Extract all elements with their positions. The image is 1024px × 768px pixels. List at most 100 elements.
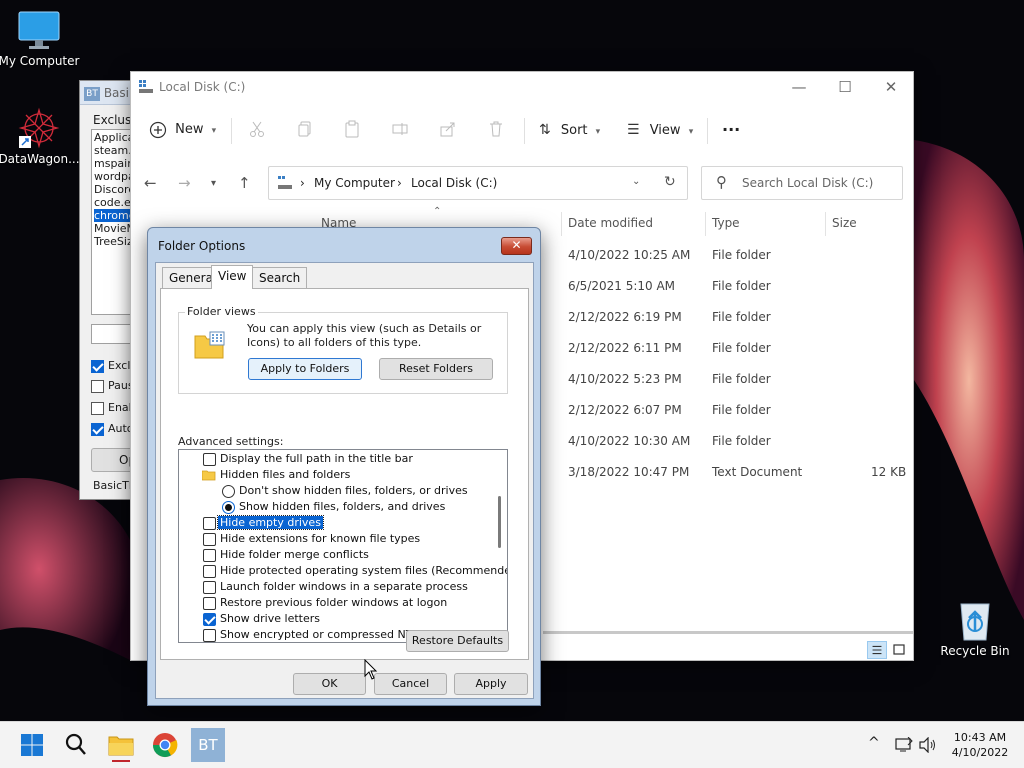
desktop-icon-label: Recycle Bin [940, 644, 1010, 658]
tab-view[interactable]: View [211, 265, 254, 289]
setting-show-drive-letters[interactable]: Show drive letters [179, 611, 489, 627]
network-icon[interactable] [895, 737, 913, 753]
bt-checkbox-enable[interactable]: Enab [91, 401, 136, 415]
volume-icon[interactable] [919, 737, 937, 753]
setting-label: Display the full path in the title bar [220, 452, 413, 465]
clock-date: 4/10/2022 [951, 746, 1009, 759]
setting-hide-extensions[interactable]: Hide extensions for known file types [179, 531, 489, 547]
checkbox-icon[interactable] [203, 581, 216, 594]
sort-button[interactable]: ⇅ Sort ▾ [539, 116, 600, 144]
basic-themer-title: Basi [103, 86, 129, 100]
command-bar: New ▾ ⇅ Sort ▾ ☰ View ▾ ··· [131, 110, 913, 150]
checkbox-checked-icon[interactable] [203, 613, 216, 626]
system-clock[interactable]: 10:43 AM 4/10/2022 [946, 730, 1014, 760]
maximize-button[interactable]: ☐ [822, 76, 868, 100]
basic-themer-taskbar-icon[interactable]: BT [191, 728, 225, 762]
column-header-date[interactable]: Date modified [568, 216, 653, 230]
bt-logo-icon: BT [84, 86, 100, 101]
new-label: New [175, 122, 204, 137]
mouse-cursor-icon [364, 659, 378, 680]
ok-button[interactable]: OK [293, 673, 366, 695]
setting-hide-protected-files[interactable]: Hide protected operating system files (R… [179, 563, 507, 579]
refresh-icon[interactable]: ↻ [664, 174, 676, 190]
chrome-icon[interactable] [148, 728, 182, 762]
delete-icon[interactable] [487, 120, 505, 138]
details-view-icon[interactable] [867, 641, 887, 659]
setting-label: Show drive letters [220, 612, 320, 625]
bt-checkbox-pause[interactable]: Paus [91, 379, 134, 393]
explorer-titlebar[interactable]: Local Disk (C:) — ☐ ✕ [131, 72, 913, 102]
datawagon-logo-icon [18, 107, 60, 149]
large-icons-view-icon[interactable] [889, 641, 909, 659]
horizontal-scrollbar[interactable] [543, 631, 913, 634]
restore-defaults-button[interactable]: Restore Defaults [406, 630, 509, 652]
checkbox-icon [91, 401, 104, 415]
radio-icon[interactable] [222, 485, 235, 498]
cancel-button[interactable]: Cancel [374, 673, 447, 695]
window-title: Local Disk (C:) [159, 80, 246, 94]
setting-hide-merge-conflicts[interactable]: Hide folder merge conflicts [179, 547, 489, 563]
share-icon[interactable] [439, 120, 457, 138]
tab-search[interactable]: Search [252, 267, 308, 288]
checkbox-icon[interactable] [203, 453, 216, 466]
checkbox-checked-icon [91, 359, 104, 373]
dialog-close-button[interactable]: ✕ [501, 237, 532, 255]
setting-label: Show hidden files, folders, and drives [239, 500, 446, 513]
start-windows-icon[interactable] [15, 728, 49, 762]
back-arrow-icon[interactable]: ← [144, 174, 157, 192]
desktop-icon-label: My Computer [0, 54, 80, 68]
setting-show-hidden[interactable]: Show hidden files, folders, and drives [179, 499, 489, 515]
checkbox-icon[interactable] [203, 597, 216, 610]
setting-separate-process[interactable]: Launch folder windows in a separate proc… [179, 579, 489, 595]
new-button[interactable]: New ▾ [149, 116, 216, 144]
desktop-icon-datawagon[interactable]: DataWagon... [0, 106, 81, 166]
view-button[interactable]: ☰ View ▾ [627, 116, 693, 144]
reset-folders-button[interactable]: Reset Folders [379, 358, 493, 380]
address-bar[interactable]: › My Computer › Local Disk (C:) ⌄ ↻ [268, 166, 688, 200]
search-input[interactable]: ⚲ Search Local Disk (C:) [701, 166, 903, 200]
breadcrumb-local-disk[interactable]: Local Disk (C:) [411, 176, 497, 190]
setting-dont-show-hidden[interactable]: Don't show hidden files, folders, or dri… [179, 483, 489, 499]
paste-icon[interactable] [343, 120, 361, 138]
setting-restore-windows[interactable]: Restore previous folder windows at logon [179, 595, 489, 611]
copy-icon[interactable] [296, 120, 314, 138]
checkbox-icon[interactable] [203, 629, 216, 642]
rename-icon[interactable] [391, 120, 409, 138]
checkbox-icon[interactable] [203, 517, 216, 530]
row-type: Text Document [712, 465, 803, 479]
taskbar: BT ^ 10:43 AM 4/10/2022 [0, 721, 1024, 768]
plus-circle-icon [149, 121, 167, 138]
dialog-body: General View Search Folder views You can… [155, 262, 534, 699]
column-header-size[interactable]: Size [832, 216, 857, 230]
checkbox-icon[interactable] [203, 533, 216, 546]
minimize-button[interactable]: — [776, 76, 822, 100]
search-icon[interactable] [59, 728, 93, 762]
address-dropdown-chevron-icon[interactable]: ⌄ [632, 176, 640, 187]
column-header-type[interactable]: Type [712, 216, 740, 230]
more-options-button[interactable]: ··· [722, 116, 740, 144]
forward-arrow-icon[interactable]: → [178, 174, 191, 192]
row-type: File folder [712, 279, 771, 293]
checkbox-icon[interactable] [203, 549, 216, 562]
apply-button[interactable]: Apply [454, 673, 528, 695]
folder-options-dialog[interactable]: Folder Options ✕ General View Search Fol… [147, 227, 541, 706]
show-hidden-icons-chevron-icon[interactable]: ^ [868, 735, 880, 751]
checkbox-icon[interactable] [203, 565, 216, 578]
recent-chevron-icon[interactable]: ▾ [211, 178, 216, 189]
setting-full-path-title-bar[interactable]: Display the full path in the title bar [179, 451, 489, 467]
desktop-icon-recycle-bin[interactable]: Recycle Bin [933, 598, 1017, 658]
tree-scrollbar-thumb[interactable] [498, 496, 501, 548]
apply-to-folders-button[interactable]: Apply to Folders [248, 358, 362, 380]
setting-hide-empty-drives[interactable]: Hide empty drives [179, 515, 489, 531]
toolbar-divider [524, 118, 525, 144]
row-type: File folder [712, 310, 771, 324]
breadcrumb-my-computer[interactable]: My Computer [314, 176, 395, 190]
close-button[interactable]: ✕ [868, 76, 914, 100]
up-arrow-icon[interactable]: ↑ [238, 174, 251, 192]
cut-icon[interactable] [248, 120, 266, 138]
file-explorer-taskbar-icon[interactable] [104, 728, 138, 762]
bt-checkbox-auto[interactable]: Auto [91, 422, 134, 436]
desktop-icon-my-computer[interactable]: My Computer [0, 10, 81, 68]
advanced-settings-tree[interactable]: Display the full path in the title bar H… [178, 449, 508, 643]
radio-selected-icon[interactable] [222, 501, 235, 514]
